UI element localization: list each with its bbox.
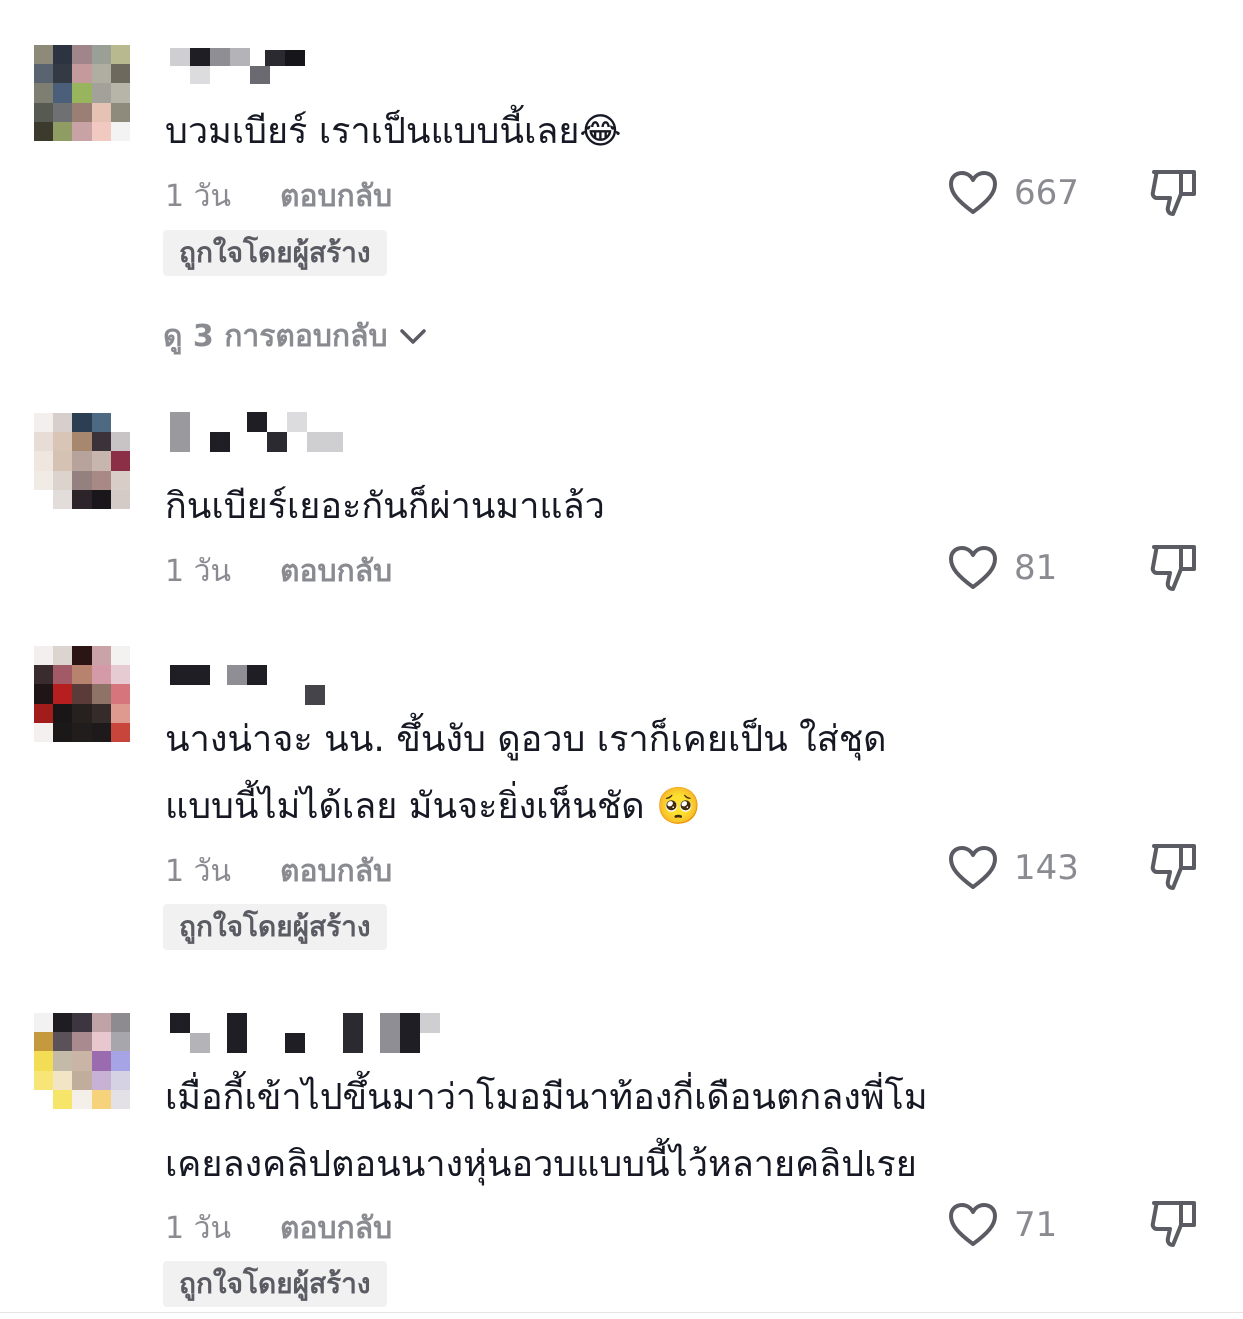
like-count: 81 (1014, 548, 1058, 588)
thumbs-down-outline-icon[interactable] (1148, 1197, 1200, 1249)
reply-button[interactable]: ตอบกลับ (280, 173, 392, 220)
avatar[interactable] (34, 1013, 130, 1109)
chevron-down-icon (399, 328, 426, 344)
reply-button[interactable]: ตอบกลับ (280, 548, 392, 595)
heart-outline-icon (949, 171, 997, 214)
comment-text: บวมเบียร์ เราเป็นแบบนี้เลย😂 (165, 98, 622, 165)
creator-liked-badge: ถูกใจโดยผู้สร้าง (163, 904, 387, 950)
comment-time: 1 วัน (165, 854, 231, 889)
comment-text-line: บวมเบียร์ เราเป็นแบบนี้เลย😂 (165, 111, 622, 152)
comment-text: นางน่าจะ นน. ขึ้นงับ ดูอวบ เราก็เคยเป็น … (165, 706, 887, 840)
comment-text-line: กินเบียร์เยอะกันก็ผ่านมาแล้ว (165, 486, 605, 527)
like-count: 667 (1014, 173, 1079, 213)
comment-time: 1 วัน (165, 554, 231, 589)
avatar[interactable] (34, 646, 130, 742)
like-count: 71 (1014, 1205, 1058, 1245)
comment-text: เมื่อกี้เข้าไปขึ้นมาว่าโมอมีนาท้องกี่เดื… (165, 1064, 928, 1198)
like-button[interactable]: 81 (948, 544, 1057, 592)
like-count: 143 (1014, 848, 1079, 888)
username-redacted[interactable] (165, 1013, 445, 1055)
comment-text-line: แบบนี้ไม่ได้เลย มันจะยิ่งเห็นชัด 🥺 (165, 786, 701, 827)
view-replies-label: ดู 3 การตอบกลับ (163, 319, 388, 354)
comment-meta: 1 วัน ตอบกลับ (165, 1205, 392, 1252)
comment-meta: 1 วัน ตอบกลับ (165, 173, 392, 220)
thumbs-down-outline-icon[interactable] (1148, 541, 1200, 593)
like-button[interactable]: 71 (948, 1201, 1057, 1249)
comment-time: 1 วัน (165, 179, 231, 214)
username-redacted[interactable] (165, 412, 355, 454)
username-redacted[interactable] (165, 665, 335, 707)
heart-outline-icon (949, 1203, 997, 1246)
comment-text-line: เมื่อกี้เข้าไปขึ้นมาว่าโมอมีนาท้องกี่เดื… (165, 1077, 928, 1118)
creator-liked-badge: ถูกใจโดยผู้สร้าง (163, 1261, 387, 1307)
thumbs-down-outline-icon[interactable] (1148, 166, 1200, 218)
comment-meta: 1 วัน ตอบกลับ (165, 548, 392, 595)
reply-button[interactable]: ตอบกลับ (280, 1205, 392, 1252)
like-button[interactable]: 667 (948, 169, 1079, 217)
view-replies-button[interactable]: ดู 3 การตอบกลับ (163, 313, 428, 360)
username-redacted[interactable] (165, 45, 325, 87)
comment-text: กินเบียร์เยอะกันก็ผ่านมาแล้ว (165, 473, 605, 540)
divider (0, 1312, 1243, 1313)
heart-outline-icon (949, 846, 997, 889)
comment-time: 1 วัน (165, 1211, 231, 1246)
like-button[interactable]: 143 (948, 844, 1079, 892)
comment-meta: 1 วัน ตอบกลับ (165, 848, 392, 895)
comment-text-line: นางน่าจะ นน. ขึ้นงับ ดูอวบ เราก็เคยเป็น … (165, 719, 887, 760)
avatar[interactable] (34, 45, 130, 141)
heart-outline-icon (949, 546, 997, 589)
comment-text-line: เคยลงคลิปตอนนางหุ่นอวบแบบนี้ไว้หลายคลิปเ… (165, 1144, 917, 1185)
thumbs-down-outline-icon[interactable] (1148, 840, 1200, 892)
avatar[interactable] (34, 413, 130, 509)
reply-button[interactable]: ตอบกลับ (280, 848, 392, 895)
creator-liked-badge: ถูกใจโดยผู้สร้าง (163, 230, 387, 276)
